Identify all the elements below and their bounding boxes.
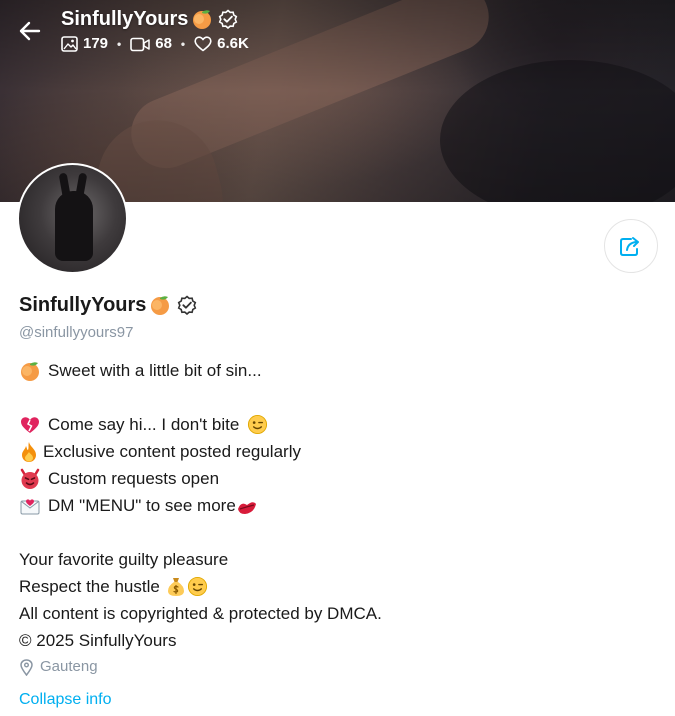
bio-line: Come say hi... I don't bite — [19, 411, 619, 438]
bio-text: Respect the hustle — [19, 577, 160, 596]
profile-name: SinfullyYours — [19, 294, 147, 316]
bio-line: © 2025 SinfullyYours — [19, 627, 619, 654]
verified-badge-icon — [177, 295, 197, 315]
profile-stats: 179 • 68 • 6.6K — [61, 34, 249, 54]
bio-text: Your favorite guilty pleasure — [19, 550, 229, 569]
banner-title-row: SinfullyYours — [61, 6, 249, 32]
bio-text: Sweet with a little bit of sin... — [48, 361, 262, 380]
photos-count: 179 — [83, 35, 109, 52]
bio-text: Exclusive content posted regularly — [43, 442, 301, 461]
separator-dot: • — [180, 37, 186, 51]
bio-text: Custom requests open — [48, 469, 220, 488]
verified-badge-icon — [218, 9, 238, 29]
location-text: Gauteng — [40, 658, 98, 675]
videos-stat: 68 — [130, 34, 172, 54]
likes-count: 6.6K — [217, 35, 249, 52]
bio-line: Sweet with a little bit of sin... — [19, 357, 619, 384]
fire-emoji-icon — [19, 441, 39, 463]
avatar[interactable] — [17, 163, 128, 274]
bio-line: Respect the hustle — [19, 573, 619, 600]
devil-emoji-icon — [19, 468, 41, 490]
peach-emoji-icon — [149, 294, 171, 316]
bio-text: DM "MENU" to see more — [48, 496, 236, 515]
peach-emoji-icon — [19, 360, 41, 382]
wink-emoji-icon — [246, 414, 268, 436]
bio-line: DM "MENU" to see more — [19, 492, 619, 519]
bio-line: Custom requests open — [19, 465, 619, 492]
bio-text: All content is copyrighted & protected b… — [19, 604, 382, 623]
likes-stat: 6.6K — [194, 34, 249, 54]
back-button[interactable] — [14, 16, 46, 46]
kiss-lips-emoji-icon — [236, 495, 258, 517]
collapse-info-link[interactable]: Collapse info — [19, 689, 112, 711]
broken-heart-emoji-icon — [19, 414, 41, 436]
heart-icon — [194, 36, 212, 52]
share-button[interactable] — [604, 219, 658, 273]
separator-dot: • — [117, 37, 122, 51]
bio-spacer — [19, 519, 619, 546]
share-icon — [620, 237, 639, 256]
bio-line: Your favorite guilty pleasure — [19, 546, 619, 573]
banner-header: SinfullyYours 179 • 68 • 6.6K — [61, 6, 249, 54]
avatar-image-shape — [55, 191, 93, 261]
bio-text: Come say hi... I don't bite — [48, 415, 240, 434]
bio-line: All content is copyrighted & protected b… — [19, 600, 619, 627]
video-icon — [130, 37, 150, 51]
bio-line: Exclusive content posted regularly — [19, 438, 619, 465]
photos-stat: 179 — [61, 34, 108, 54]
wink-emoji-icon — [187, 576, 209, 598]
money-bag-emoji-icon — [165, 576, 187, 598]
profile-handle: @sinfullyyours97 — [19, 324, 134, 341]
profile-location: Gauteng — [19, 656, 98, 678]
location-pin-icon — [20, 658, 33, 676]
banner-title: SinfullyYours — [61, 8, 189, 30]
profile-bio: Sweet with a little bit of sin... Come s… — [19, 357, 619, 654]
bio-spacer — [19, 384, 619, 411]
videos-count: 68 — [155, 35, 172, 52]
arrow-left-icon — [19, 21, 41, 41]
love-letter-emoji-icon — [19, 495, 41, 517]
image-icon — [61, 36, 78, 52]
peach-emoji-icon — [191, 8, 213, 30]
bio-text: © 2025 SinfullyYours — [19, 631, 177, 650]
profile-name-row: SinfullyYours — [19, 292, 197, 318]
